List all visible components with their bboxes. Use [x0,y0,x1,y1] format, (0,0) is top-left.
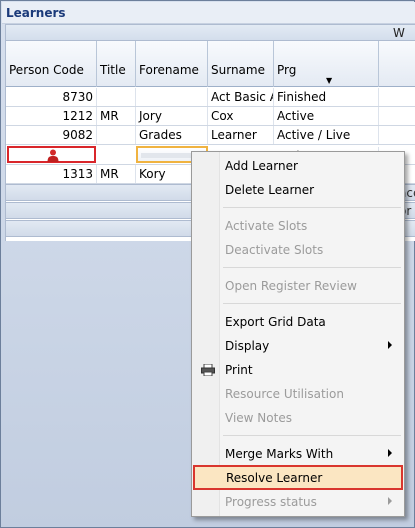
column-header-extra[interactable] [379,41,415,87]
cell-surname[interactable]: Cox [208,107,274,125]
menu-item-view-notes[interactable]: View Notes [194,407,402,429]
table-row[interactable]: 8730 Act Basic A Finished [6,88,415,107]
menu-item-deactivate-slots[interactable]: Deactivate Slots [194,239,402,261]
menu-item-open-register-review[interactable]: Open Register Review [194,275,402,297]
cell-title[interactable]: MR [97,165,136,183]
cell-surname[interactable]: Learner [208,126,274,144]
submenu-arrow-icon [388,449,392,457]
context-menu: Add Learner Delete Learner Activate Slot… [191,151,405,517]
cell-surname[interactable]: Act Basic A [208,88,274,106]
column-header-surname[interactable]: Surname [208,41,274,87]
table-row[interactable]: 9082 Grades Learner Active / Live [6,126,415,145]
menu-item-merge-marks-with[interactable]: Merge Marks With [194,443,402,465]
new-row-person-code-field[interactable] [7,146,96,163]
cell-prg[interactable]: Finished [274,88,379,106]
submenu-arrow-icon [388,341,392,349]
cell-title[interactable]: MR [97,107,136,125]
menu-item-display[interactable]: Display [194,335,402,357]
person-icon [47,149,59,162]
menu-item-resolve-learner[interactable]: Resolve Learner [193,465,403,490]
menu-separator [223,435,401,436]
cell-forename[interactable] [136,88,208,106]
printer-icon [201,364,215,376]
menu-item-progress-status[interactable]: Progress status [194,491,402,513]
menu-item-add-learner[interactable]: Add Learner [194,155,402,177]
panel-title: Learners [2,2,415,24]
sort-descending-icon: ▼ [326,76,333,85]
menu-item-activate-slots[interactable]: Activate Slots [194,215,402,237]
cell-person-code[interactable]: 9082 [6,126,97,144]
menu-separator [223,207,401,208]
cell-person-code[interactable]: 1212 [6,107,97,125]
menu-item-progress-status-label: Progress status [225,495,317,509]
submenu-arrow-icon [388,497,392,505]
table-row[interactable]: 1212 MR Jory Cox Active [6,107,415,126]
menu-item-delete-learner[interactable]: Delete Learner [194,179,402,201]
menu-item-print[interactable]: Print [194,359,402,381]
cell-prg[interactable]: Active / Live [274,126,379,144]
menu-separator [223,303,401,304]
menu-item-export-grid-data[interactable]: Export Grid Data [194,311,402,333]
column-header-person-code[interactable]: Person Code [6,41,97,87]
menu-item-print-label: Print [225,363,253,377]
cell-forename[interactable]: Jory [136,107,208,125]
group-header-text: W [393,26,405,40]
cell-person-code[interactable]: 1313 [6,165,97,183]
menu-separator [223,267,401,268]
menu-item-display-label: Display [225,339,270,353]
menu-item-resource-utilisation[interactable]: Resource Utilisation [194,383,402,405]
cell-prg[interactable]: Active [274,107,379,125]
cell-forename[interactable]: Grades [136,126,208,144]
menu-item-merge-marks-label: Merge Marks With [225,447,334,461]
column-header-title[interactable]: Title [97,41,136,87]
cell-person-code[interactable]: 8730 [6,88,97,106]
cell-title[interactable] [97,126,136,144]
cell-title[interactable] [97,88,136,106]
group-header-band: W [5,24,415,41]
column-header-forename[interactable]: Forename [136,41,208,87]
grid-header: Person Code Title Forename Surname Prg ▼ [6,41,415,87]
